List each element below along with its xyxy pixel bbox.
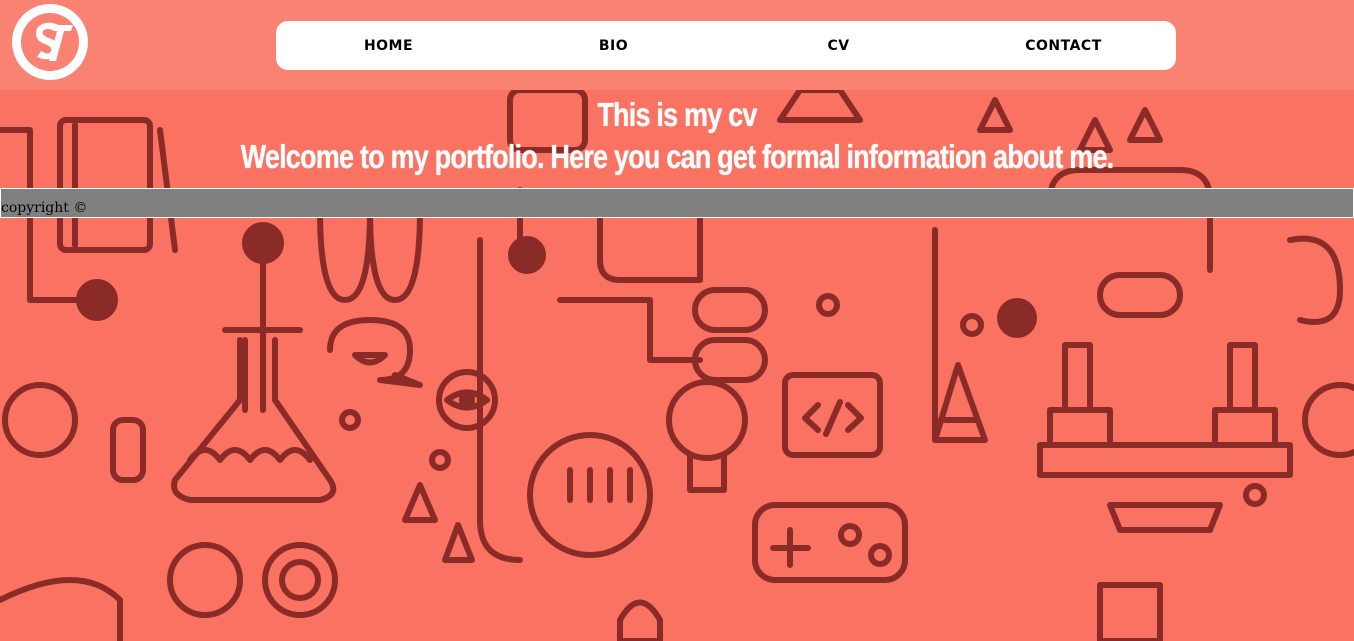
site-footer: copyright © bbox=[0, 188, 1354, 218]
nav-cv-link[interactable]: CV bbox=[726, 38, 951, 54]
site-header: HOME BIO CV CONTACT bbox=[0, 0, 1354, 90]
page-subtitle: Welcome to my portfolio. Here you can ge… bbox=[240, 138, 1115, 175]
nav-contact-link[interactable]: CONTACT bbox=[951, 38, 1176, 54]
nav-home-link[interactable]: HOME bbox=[276, 38, 501, 54]
copyright-text: copyright © bbox=[1, 200, 88, 216]
main-navigation: HOME BIO CV CONTACT bbox=[276, 21, 1176, 70]
page-title: This is my cv bbox=[597, 96, 757, 133]
site-logo[interactable] bbox=[9, 1, 91, 83]
hero-section: This is my cv Welcome to my portfolio. H… bbox=[0, 90, 1354, 176]
nav-bio-link[interactable]: BIO bbox=[501, 38, 726, 54]
